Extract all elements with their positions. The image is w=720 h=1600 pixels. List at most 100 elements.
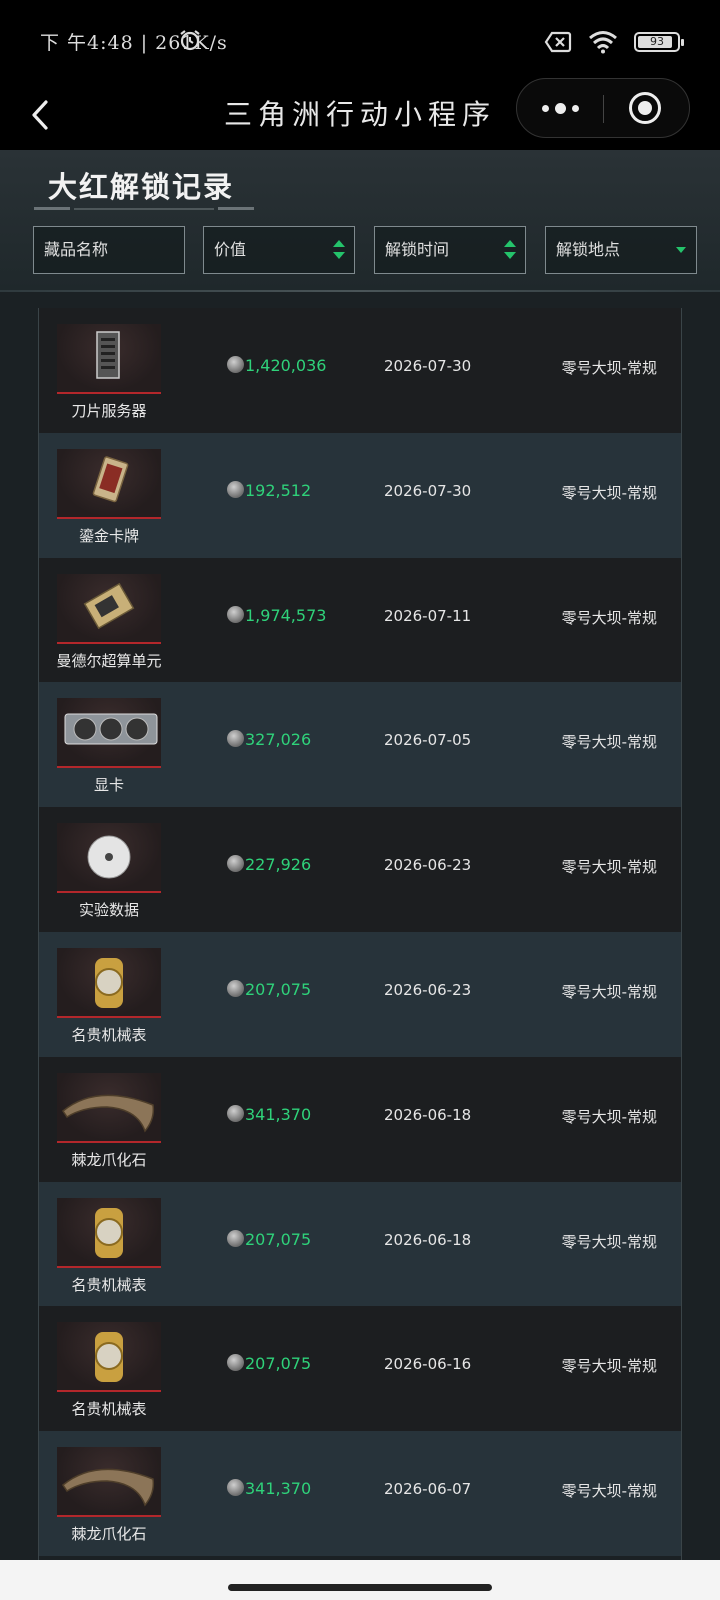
unlock-location: 零号大坝-常规 <box>561 858 657 877</box>
item-value-text: 1,974,573 <box>245 605 327 625</box>
item-name: 名贵机械表 <box>71 1025 147 1044</box>
header-separator <box>0 290 720 292</box>
unlock-date: 2026-07-11 <box>384 606 472 625</box>
unlock-date: 2026-07-05 <box>384 731 472 750</box>
unlock-location: 零号大坝-常规 <box>561 1482 657 1501</box>
record-row[interactable]: 棘龙爪化石 341,370 2026-06-18 零号大坝-常规 <box>39 1056 681 1182</box>
unlock-date: 2026-06-23 <box>384 856 472 875</box>
battery-level: 93 <box>650 35 664 48</box>
claw-icon <box>57 1072 161 1143</box>
item-value-text: 341,370 <box>245 1479 312 1499</box>
alarm-icon <box>180 30 200 51</box>
record-row[interactable]: 棘龙爪化石 341,370 2026-06-07 零号大坝-常规 <box>39 1431 681 1556</box>
unlock-date: 2026-06-16 <box>384 1355 472 1374</box>
supercomputer-icon <box>57 573 161 644</box>
unlock-location: 零号大坝-常规 <box>561 608 657 627</box>
item-name: 棘龙爪化石 <box>71 1525 147 1544</box>
sort-time-label: 解锁时间 <box>385 240 450 259</box>
coin-icon <box>227 979 244 997</box>
unlock-location: 零号大坝-常规 <box>561 359 657 377</box>
unlock-date: 2026-06-07 <box>384 1480 472 1499</box>
item-value: 207,075 <box>227 979 347 999</box>
coin-icon <box>227 1354 244 1372</box>
item-name: 实验数据 <box>78 901 139 920</box>
coin-icon <box>227 356 244 373</box>
page-title: 大红解锁记录 <box>48 170 235 204</box>
capsule-divider <box>603 95 604 123</box>
unlock-location: 零号大坝-常规 <box>561 1232 657 1251</box>
records-list[interactable]: 刀片服务器 1,420,036 2026-07-30 零号大坝-常规 鎏金卡牌 … <box>38 308 682 1560</box>
watch-icon <box>57 947 161 1018</box>
record-row[interactable]: 名贵机械表 207,075 2026-06-18 零号大坝-常规 <box>39 1181 681 1307</box>
item-value-text: 192,512 <box>245 480 312 500</box>
item-value-text: 207,075 <box>245 1354 312 1374</box>
claw-icon <box>57 1447 161 1518</box>
mini-program-capsule <box>516 78 690 138</box>
close-mini-program-icon[interactable] <box>629 92 661 124</box>
more-options-button[interactable] <box>517 79 603 137</box>
unlock-location: 零号大坝-常规 <box>561 483 657 502</box>
record-row[interactable]: 实验数据 227,926 2026-06-23 零号大坝-常规 <box>39 807 681 932</box>
item-value: 341,370 <box>227 1479 347 1498</box>
item-value: 192,512 <box>227 480 347 500</box>
filter-name-label: 藏品名称 <box>44 240 109 259</box>
coin-icon <box>227 1229 244 1247</box>
watch-icon <box>57 1322 161 1393</box>
coin-icon <box>227 1104 244 1122</box>
record-row[interactable]: 刀片服务器 1,420,036 2026-07-30 零号大坝-常规 <box>39 308 681 433</box>
record-row[interactable]: 显卡 327,026 2026-07-05 零号大坝-常规 <box>39 682 681 808</box>
item-name: 棘龙爪化石 <box>71 1150 147 1169</box>
item-value: 1,974,573 <box>227 605 347 625</box>
wifi-icon <box>589 31 617 54</box>
item-value-text: 327,026 <box>245 730 312 750</box>
item-value-text: 207,075 <box>245 979 312 999</box>
filter-location-label: 解锁地点 <box>556 240 621 259</box>
filter-unlock-location[interactable]: 解锁地点 <box>545 226 697 274</box>
coin-icon <box>227 480 244 498</box>
coin-icon <box>227 605 244 623</box>
sort-unlock-time[interactable]: 解锁时间 <box>374 226 526 274</box>
item-value: 341,370 <box>227 1104 347 1124</box>
card-icon <box>57 448 161 519</box>
dropdown-arrow-icon <box>676 247 686 253</box>
item-name: 鎏金卡牌 <box>78 526 139 545</box>
unlock-date: 2026-07-30 <box>384 357 472 375</box>
sort-arrows-icon <box>504 240 516 262</box>
item-value-text: 207,075 <box>245 1229 312 1249</box>
battery-icon: 93 <box>634 32 684 52</box>
coin-icon <box>227 730 244 748</box>
item-value-text: 1,420,036 <box>245 356 327 375</box>
sort-value[interactable]: 价值 <box>203 226 355 274</box>
record-row[interactable]: 名贵机械表 207,075 2026-06-23 零号大坝-常规 <box>39 931 681 1057</box>
nav-bar: 三角洲行动小程序 <box>0 78 720 150</box>
unlock-location: 零号大坝-常规 <box>561 982 657 1001</box>
coin-icon <box>227 855 244 873</box>
item-value-text: 227,926 <box>245 855 312 875</box>
record-row[interactable]: 名贵机械表 207,075 2026-06-16 零号大坝-常规 <box>39 1306 681 1432</box>
sort-value-label: 价值 <box>214 240 247 259</box>
record-row[interactable]: 曼德尔超算单元 1,974,573 2026-07-11 零号大坝-常规 <box>39 557 681 683</box>
item-name: 刀片服务器 <box>71 402 147 420</box>
record-row[interactable]: 鎏金卡牌 192,512 2026-07-30 零号大坝-常规 <box>39 432 681 558</box>
unlock-date: 2026-06-18 <box>384 1230 472 1249</box>
item-value: 227,926 <box>227 855 347 874</box>
item-name: 名贵机械表 <box>71 1400 147 1419</box>
item-name: 显卡 <box>93 776 124 795</box>
sim-error-icon <box>544 31 572 53</box>
unlock-location: 零号大坝-常规 <box>561 1107 657 1126</box>
unlock-date: 2026-06-18 <box>384 1105 472 1124</box>
home-indicator[interactable] <box>228 1584 492 1591</box>
unlock-date: 2026-06-23 <box>384 980 472 999</box>
gesture-bar-area <box>0 1560 720 1600</box>
unlock-location: 零号大坝-常规 <box>561 733 657 752</box>
item-value: 327,026 <box>227 730 347 749</box>
unlock-location: 零号大坝-常规 <box>561 1357 657 1376</box>
watch-icon <box>57 1197 161 1268</box>
server-icon <box>57 324 161 394</box>
item-name: 名贵机械表 <box>71 1275 147 1294</box>
disc-icon <box>57 823 161 894</box>
title-underline <box>34 207 254 211</box>
status-bar: 下 午4:48 | 261K/s 93 <box>0 0 720 80</box>
sort-arrows-icon <box>333 240 345 262</box>
filter-item-name[interactable]: 藏品名称 <box>33 226 185 274</box>
